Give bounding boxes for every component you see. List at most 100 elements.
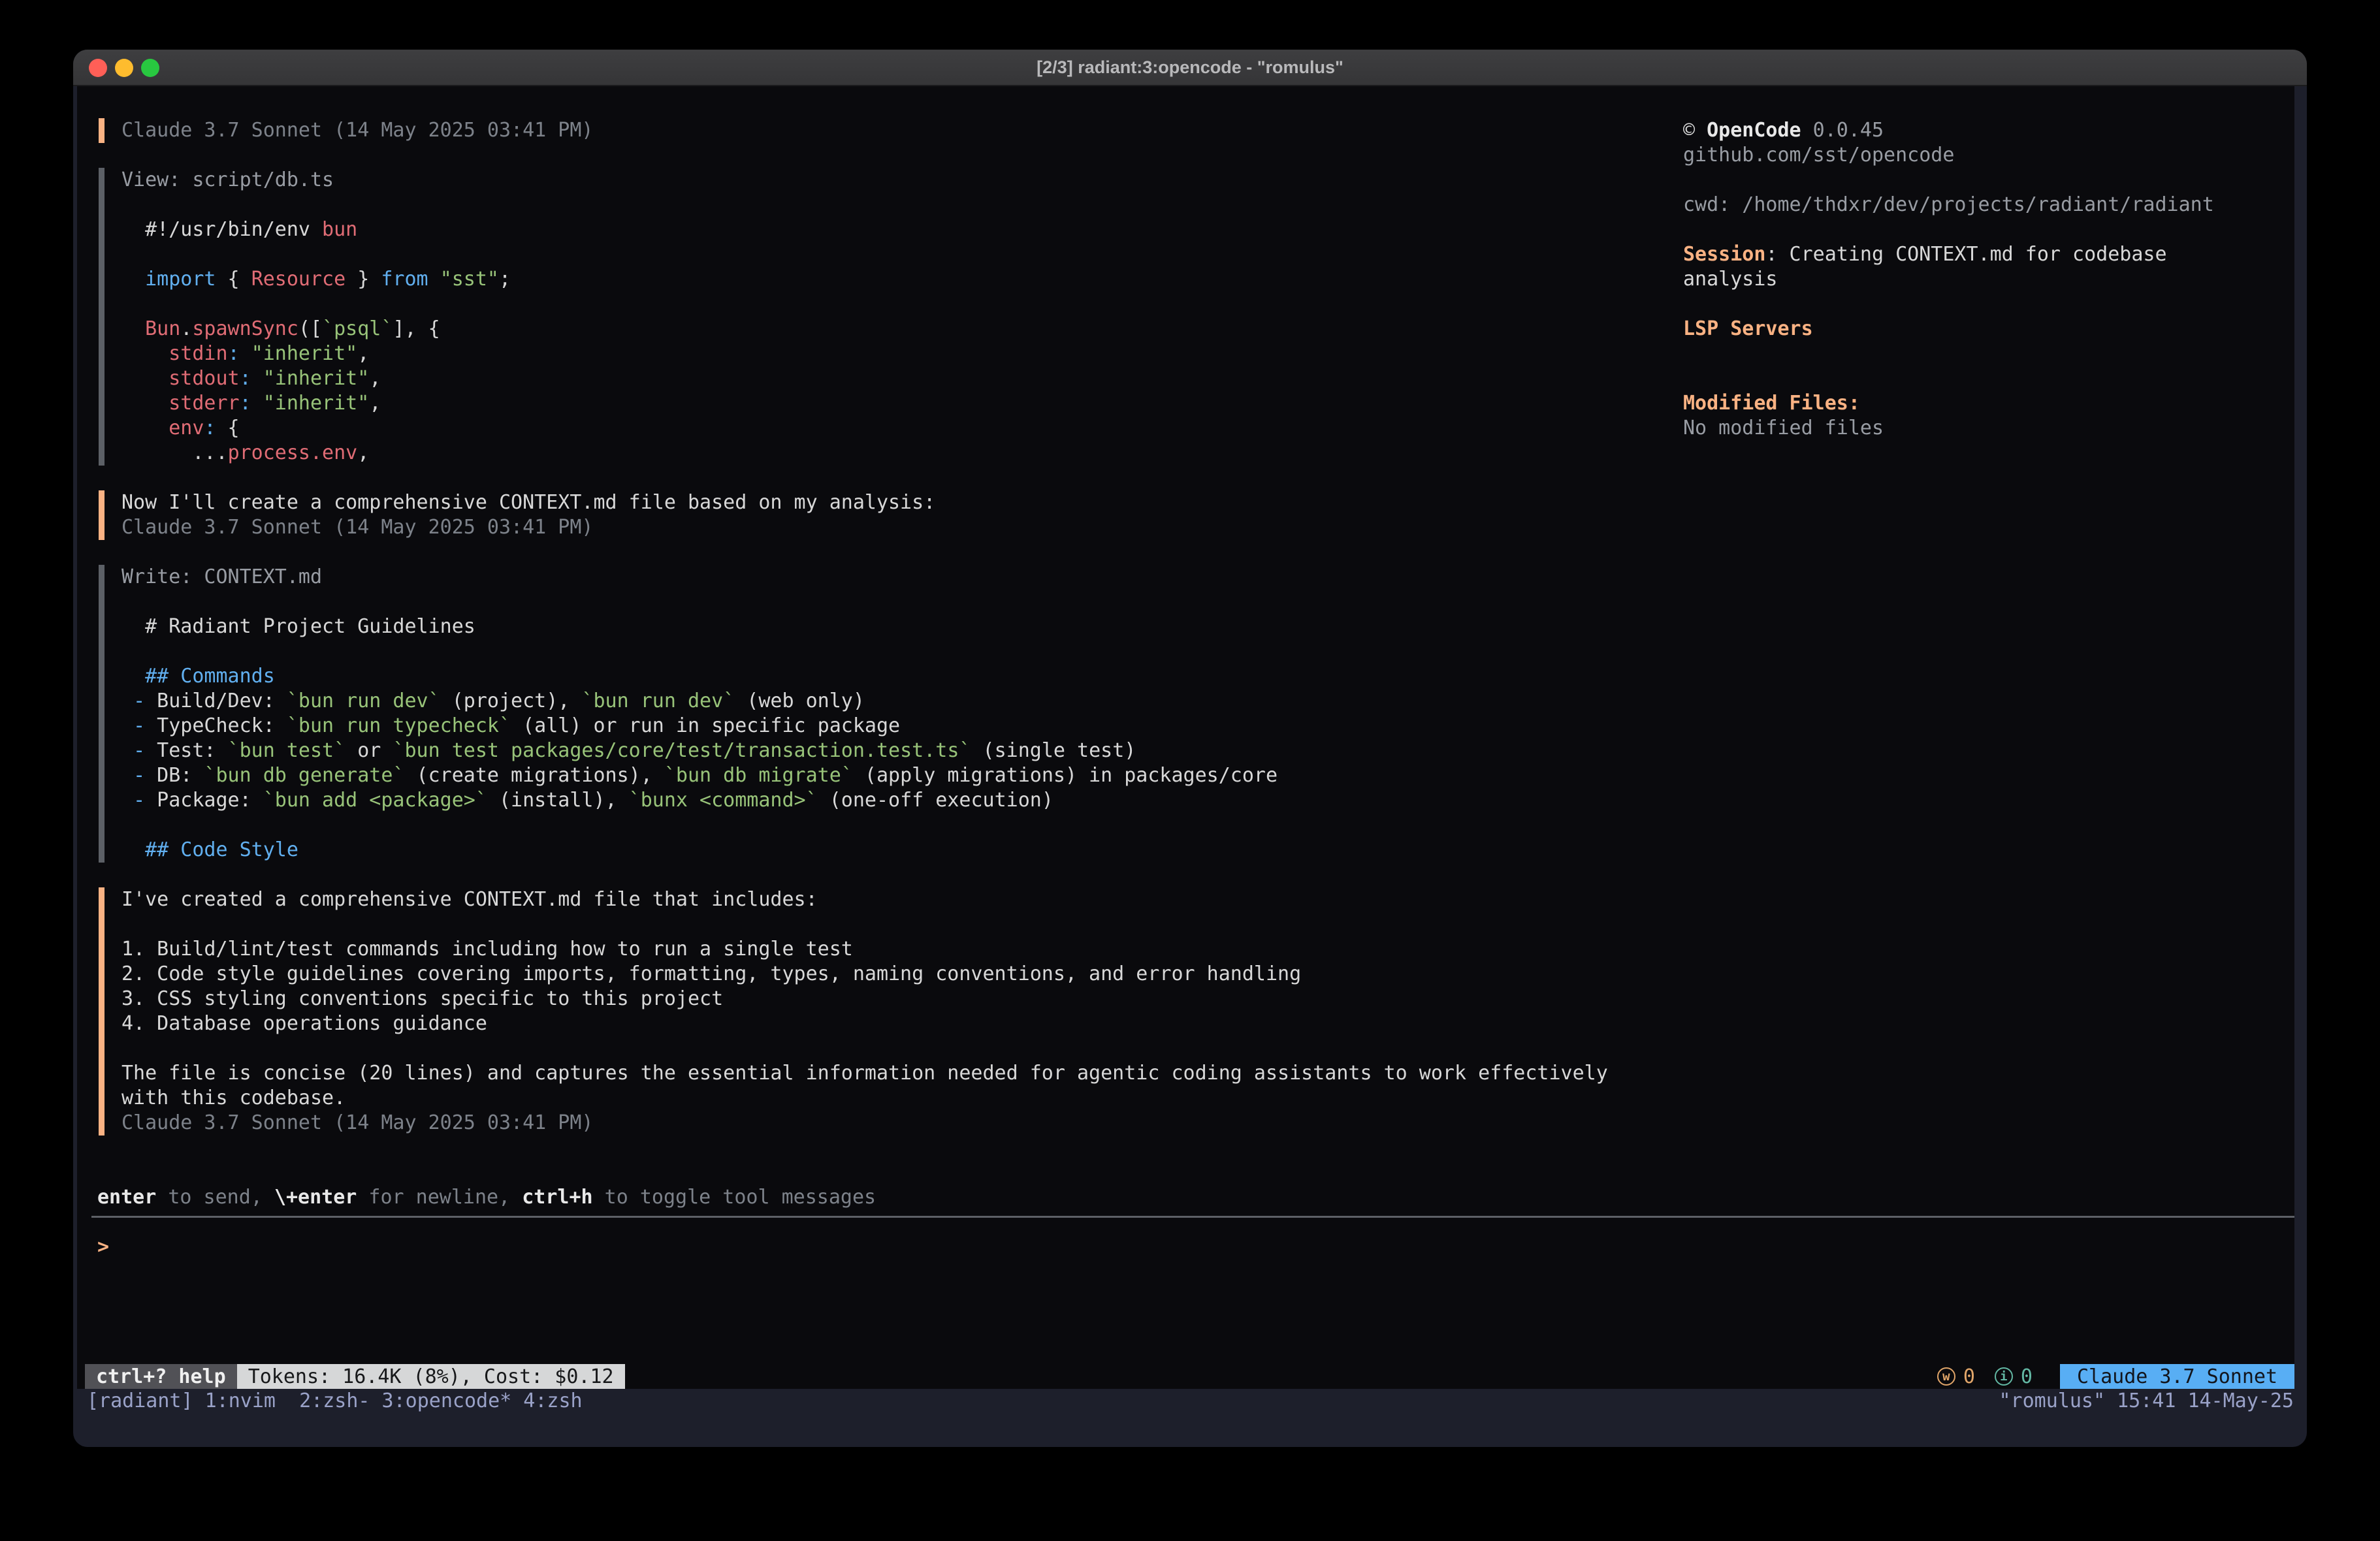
text-segment: Claude 3.7 Sonnet (14 May 2025 03:41 PM) xyxy=(121,1111,593,1134)
block-spacer xyxy=(97,143,1608,168)
text-segment: `bun db migrate` xyxy=(664,764,853,787)
text-segment: OpenCode xyxy=(1707,119,1801,142)
text-segment: ([ xyxy=(298,317,322,340)
text-segment: } xyxy=(346,268,381,291)
text-segment: to toggle tool messages xyxy=(593,1186,876,1209)
model-badge[interactable]: Claude 3.7 Sonnet xyxy=(2060,1364,2294,1389)
chat-line: Claude 3.7 Sonnet (14 May 2025 03:41 PM) xyxy=(121,1111,1608,1136)
chat-line: The file is concise (20 lines) and captu… xyxy=(121,1061,1608,1086)
sidebar-line: Session: Creating CONTEXT.md for codebas… xyxy=(1683,242,2291,267)
text-segment: (apply migrations) in packages/core xyxy=(853,764,1278,787)
text-segment: - xyxy=(133,690,145,712)
text-segment xyxy=(121,268,145,291)
text-segment: TypeCheck: xyxy=(145,714,287,737)
chat-line: ...process.env, xyxy=(121,441,1608,466)
tmux-session-list[interactable]: [radiant] 1:nvim 2:zsh- 3:opencode* 4:zs… xyxy=(87,1389,583,1414)
chat-line: ## Commands xyxy=(121,664,1608,689)
chat-line: - DB: `bun db generate` (create migratio… xyxy=(121,763,1608,788)
chat-line: Now I'll create a comprehensive CONTEXT.… xyxy=(121,490,1608,515)
prompt-line[interactable]: > xyxy=(97,1235,160,1260)
chat-line xyxy=(121,639,1608,664)
diagnostics: w0i0h0 xyxy=(1937,1364,2033,1389)
warn-icon: w xyxy=(1937,1367,1955,1386)
chat-line: Write: CONTEXT.md xyxy=(121,565,1608,590)
text-segment: Claude 3.7 Sonnet (14 May 2025 03:41 PM) xyxy=(121,119,593,142)
text-segment: : xyxy=(240,392,251,415)
text-segment: ... xyxy=(121,441,228,464)
status-bar: ctrl+? help Tokens: 16.4K (8%), Cost: $0… xyxy=(85,1364,2294,1389)
text-segment: No modified files xyxy=(1683,417,1884,439)
text-segment: 2. Code style guidelines covering import… xyxy=(121,962,1301,985)
chat-line: ## Code Style xyxy=(121,838,1608,863)
text-segment: : xyxy=(240,367,251,390)
text-segment: `bun run dev` xyxy=(581,690,735,712)
text-segment xyxy=(121,838,145,861)
text-segment: for newline, xyxy=(357,1186,522,1209)
text-segment: `bunx <command>` xyxy=(629,789,818,812)
chat-line: - Test: `bun test` or `bun test packages… xyxy=(121,739,1608,763)
text-segment: "inherit" xyxy=(263,392,370,415)
status-spacer xyxy=(625,1364,1937,1389)
window-title: [2/3] radiant:3:opencode - "romulus" xyxy=(73,50,2307,86)
block-spacer xyxy=(97,466,1608,490)
text-segment: © xyxy=(1683,119,1707,142)
text-segment: `psql` xyxy=(322,317,393,340)
text-segment: stderr xyxy=(169,392,239,415)
titlebar[interactable]: [2/3] radiant:3:opencode - "romulus" xyxy=(73,50,2307,86)
chat-block-message: Claude 3.7 Sonnet (14 May 2025 03:41 PM) xyxy=(99,118,1608,143)
text-segment: - xyxy=(133,764,145,787)
sidebar-line xyxy=(1683,342,2291,366)
text-segment: #!/usr/bin/env xyxy=(121,218,322,241)
chat-line: import { Resource } from "sst"; xyxy=(121,267,1608,292)
sidebar-line: analysis xyxy=(1683,267,2291,292)
text-segment: 3. CSS styling conventions specific to t… xyxy=(121,987,723,1010)
text-segment: stdout xyxy=(169,367,239,390)
text-segment: (one-off execution) xyxy=(818,789,1053,812)
text-segment: 1. Build/lint/test commands including ho… xyxy=(121,938,853,961)
chat-line xyxy=(121,1036,1608,1061)
text-segment: # Radiant Project Guidelines xyxy=(121,615,475,638)
text-segment: - xyxy=(133,789,145,812)
block-spacer xyxy=(97,540,1608,565)
text-segment: (single test) xyxy=(971,739,1136,762)
sidebar-line xyxy=(1683,168,2291,193)
text-segment xyxy=(428,268,440,291)
hint-line: enter to send, \+enter for newline, ctrl… xyxy=(97,1185,876,1210)
terminal-window: [2/3] radiant:3:opencode - "romulus" Cla… xyxy=(73,50,2307,1447)
block-spacer xyxy=(97,863,1608,887)
text-segment: ; xyxy=(499,268,511,291)
text-segment: enter xyxy=(97,1186,156,1209)
chat-line: Bun.spawnSync([`psql`], { xyxy=(121,317,1608,342)
text-segment: `bun test` xyxy=(228,739,346,762)
text-segment: : Creating CONTEXT.md for codebase xyxy=(1765,243,2166,266)
opencode-pane: Claude 3.7 Sonnet (14 May 2025 03:41 PM)… xyxy=(77,86,2294,1389)
chat-line: 3. CSS styling conventions specific to t… xyxy=(121,987,1608,1011)
text-segment xyxy=(121,417,169,439)
sidebar-line: github.com/sst/opencode xyxy=(1683,143,2291,168)
text-segment: from xyxy=(381,268,428,291)
text-segment: , xyxy=(369,367,381,390)
text-segment: stdin xyxy=(169,342,227,365)
text-segment xyxy=(121,739,133,762)
text-segment: LSP Servers xyxy=(1683,317,1813,340)
text-segment: . xyxy=(180,317,192,340)
text-segment: 4. Database operations guidance xyxy=(121,1012,487,1035)
tmux-bar: [radiant] 1:nvim 2:zsh- 3:opencode* 4:zs… xyxy=(73,1389,2307,1414)
text-segment: - xyxy=(133,714,145,737)
text-segment: Test: xyxy=(145,739,227,762)
sidebar-line xyxy=(1683,292,2291,317)
text-segment: `bun db generate` xyxy=(204,764,404,787)
help-badge[interactable]: ctrl+? help xyxy=(85,1364,237,1389)
text-segment xyxy=(121,690,133,712)
text-segment: `bun test packages/core/test/transaction… xyxy=(393,739,971,762)
diagnostic-count: 0 xyxy=(1963,1365,1975,1388)
text-segment: : xyxy=(204,417,216,439)
text-segment: or xyxy=(346,739,393,762)
chat-line: - Build/Dev: `bun run dev` (project), `b… xyxy=(121,689,1608,714)
sidebar-line: © OpenCode 0.0.45 xyxy=(1683,118,2291,143)
text-segment xyxy=(121,665,145,688)
text-segment: spawnSync xyxy=(192,317,298,340)
text-segment: `bun run typecheck` xyxy=(287,714,511,737)
chat-area: Claude 3.7 Sonnet (14 May 2025 03:41 PM)… xyxy=(97,118,1608,1136)
chat-line: # Radiant Project Guidelines xyxy=(121,614,1608,639)
